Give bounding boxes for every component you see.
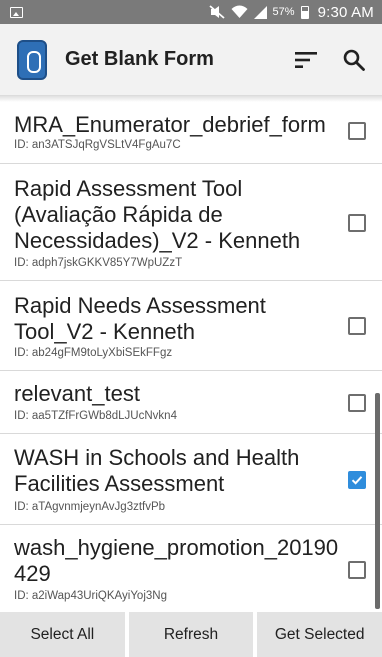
status-bar: 57% 9:30 AM [0, 0, 382, 24]
form-id: ID: aTAgvnmjeynAvJg3ztfvPb [14, 501, 166, 513]
list-item[interactable]: Rapid Needs Assessment Tool_V2 - Kenneth… [0, 281, 382, 371]
battery-percent: 57% [272, 6, 295, 18]
form-id: ID: aa5TZfFrGWb8dLJUcNvkn4 [14, 410, 177, 422]
list-item[interactable]: Rapid Assessment Tool (Avaliação Rápida … [0, 164, 382, 281]
battery-icon [300, 5, 309, 19]
form-title: Rapid Needs Assessment Tool_V2 - Kenneth [14, 293, 266, 344]
scrollbar[interactable] [375, 393, 380, 609]
select-all-button[interactable]: Select All [0, 612, 125, 657]
clock: 9:30 AM [317, 3, 374, 21]
page-title: Get Blank Form [65, 48, 214, 70]
form-title: WASH in Schools and Health Facilities As… [14, 445, 300, 496]
sort-icon [295, 51, 317, 68]
form-id: ID: ab24gFM9toLyXbiSEkFFgz [14, 347, 173, 359]
form-id: ID: an3ATSJqRgVSLtV4FgAu7C [14, 139, 181, 151]
sort-button[interactable] [282, 36, 330, 84]
form-checkbox[interactable] [348, 561, 366, 579]
form-checkbox[interactable] [348, 214, 366, 232]
checkmark-icon [351, 476, 363, 485]
app-logo-icon [17, 39, 47, 80]
list-item[interactable]: MRA_Enumerator_debrief_form ID: an3ATSJq… [0, 96, 382, 164]
mute-icon [208, 5, 225, 19]
bottom-button-bar: Select All Refresh Get Selected [0, 612, 382, 657]
form-title: relevant_test [14, 381, 140, 406]
form-title: MRA_Enumerator_debrief_form [14, 112, 326, 137]
form-id: ID: adph7jskGKKV85Y7WpUZzT [14, 257, 183, 269]
gallery-notification-icon [10, 6, 23, 18]
refresh-button[interactable]: Refresh [128, 612, 254, 657]
form-list[interactable]: MRA_Enumerator_debrief_form ID: an3ATSJq… [0, 96, 382, 611]
form-checkbox[interactable] [348, 317, 366, 335]
list-top-shadow [0, 96, 382, 102]
form-title: wash_hygiene_promotion_20190429 [14, 535, 339, 586]
form-checkbox-checked[interactable] [348, 471, 366, 489]
list-item[interactable]: relevant_test ID: aa5TZfFrGWb8dLJUcNvkn4 [0, 371, 382, 434]
form-checkbox[interactable] [348, 122, 366, 140]
app-bar: Get Blank Form [0, 24, 382, 96]
search-icon [343, 49, 365, 71]
search-button[interactable] [330, 36, 378, 84]
form-title: Rapid Assessment Tool (Avaliação Rápida … [14, 176, 301, 253]
form-checkbox[interactable] [348, 394, 366, 412]
form-id: ID: a2iWap43UriQKAyiYoj3Ng [14, 590, 167, 602]
wifi-icon [231, 5, 248, 18]
get-selected-button[interactable]: Get Selected [257, 612, 382, 657]
signal-icon [253, 5, 267, 19]
list-item[interactable]: wash_hygiene_promotion_20190429 ID: a2iW… [0, 525, 382, 611]
list-item[interactable]: WASH in Schools and Health Facilities As… [0, 434, 382, 525]
